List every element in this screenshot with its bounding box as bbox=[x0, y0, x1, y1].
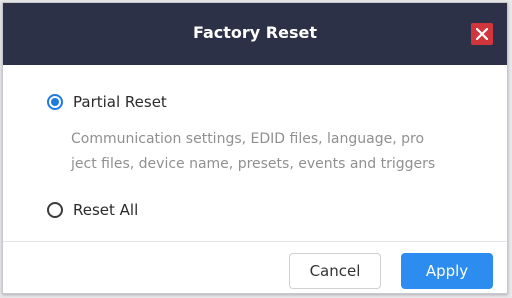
description-line-2: ject files, device name, presets, events… bbox=[71, 156, 436, 172]
apply-button[interactable]: Apply bbox=[401, 253, 493, 289]
footer-divider bbox=[3, 241, 507, 242]
dialog-titlebar: Factory Reset bbox=[3, 3, 507, 65]
partial-reset-option[interactable]: Partial Reset bbox=[47, 93, 167, 111]
dialog-title: Factory Reset bbox=[193, 23, 317, 42]
reset-all-radio[interactable] bbox=[47, 202, 63, 218]
close-button[interactable] bbox=[471, 23, 493, 45]
factory-reset-dialog: Factory Reset Partial Reset Communicatio… bbox=[2, 2, 508, 294]
description-line-1: Communication settings, EDID files, lang… bbox=[71, 131, 425, 147]
reset-all-label: Reset All bbox=[73, 201, 139, 219]
cancel-button[interactable]: Cancel bbox=[289, 253, 381, 289]
partial-reset-description: Communication settings, EDID files, lang… bbox=[71, 127, 503, 177]
close-icon bbox=[476, 28, 488, 40]
reset-all-option[interactable]: Reset All bbox=[47, 201, 138, 219]
partial-reset-label: Partial Reset bbox=[73, 93, 167, 111]
partial-reset-radio[interactable] bbox=[47, 94, 63, 110]
